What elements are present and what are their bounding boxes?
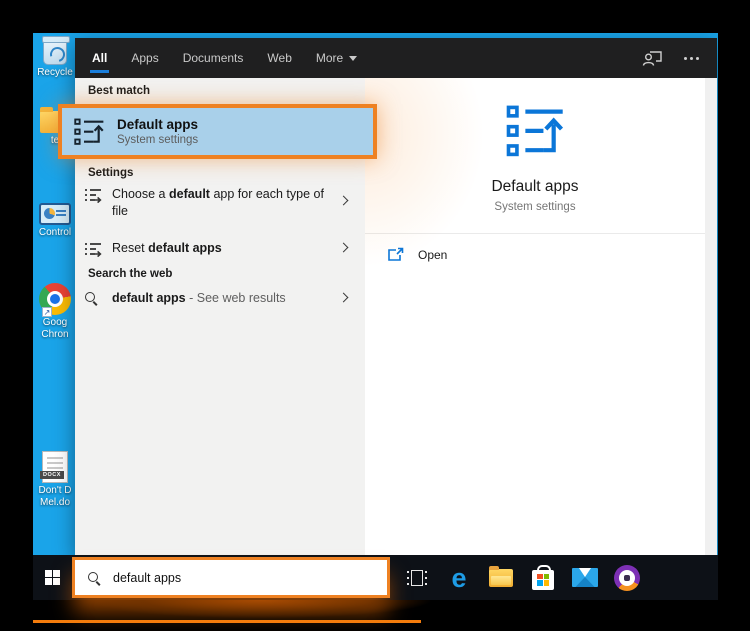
setting-result-text: Reset default apps bbox=[112, 241, 222, 255]
open-label: Open bbox=[418, 247, 448, 262]
web-search-result[interactable]: default apps - See web results bbox=[75, 290, 365, 307]
mail-icon bbox=[572, 568, 598, 587]
search-results-pane: Best match Default apps System settings … bbox=[58, 78, 377, 555]
desktop-icon-google-chrome[interactable]: ↗ Goog Chron bbox=[33, 283, 77, 341]
default-apps-icon-large bbox=[506, 105, 564, 157]
desktop-icon-label: Recycle bbox=[37, 67, 73, 78]
docx-badge: DOCX bbox=[40, 471, 64, 479]
best-match-result[interactable]: Default apps System settings bbox=[58, 104, 377, 159]
tab-web[interactable]: Web bbox=[267, 38, 291, 78]
desktop-icon-label: Don't D Mel.do bbox=[38, 485, 72, 508]
microsoft-store-icon bbox=[532, 564, 554, 590]
document-icon: DOCX bbox=[40, 451, 68, 483]
tab-all[interactable]: All bbox=[89, 38, 110, 78]
avast-browser-icon bbox=[614, 564, 640, 591]
section-search-the-web: Search the web bbox=[88, 268, 173, 280]
search-flyout-header: All Apps Documents Web More bbox=[75, 38, 717, 78]
desktop-icon-docx-document[interactable]: DOCX Don't D Mel.do bbox=[33, 451, 77, 509]
control-panel-icon bbox=[39, 203, 71, 225]
desktop-icon-label: Goog Chron bbox=[41, 317, 69, 340]
file-explorer-taskbar-button[interactable] bbox=[488, 565, 514, 591]
setting-result-choose-default-app[interactable]: Choose a default app for each type of fi… bbox=[75, 186, 365, 220]
search-icon bbox=[87, 571, 101, 585]
mail-taskbar-button[interactable] bbox=[572, 565, 598, 591]
desktop: Recycle te Control ↗ Goog Chron DOCX Don… bbox=[33, 33, 718, 600]
taskbar-search-box[interactable]: default apps bbox=[72, 557, 390, 598]
setting-result-reset-default-apps[interactable]: Reset default apps bbox=[75, 240, 365, 257]
taskbar-search-value: default apps bbox=[113, 570, 182, 585]
section-best-match: Best match bbox=[88, 85, 150, 97]
desktop-icon-label: Control bbox=[38, 227, 72, 238]
desktop-icon-recycle-bin[interactable]: Recycle bbox=[33, 36, 77, 79]
microsoft-store-taskbar-button[interactable] bbox=[530, 564, 556, 591]
more-options-icon[interactable] bbox=[684, 56, 699, 60]
chevron-right-icon bbox=[338, 195, 349, 206]
open-action[interactable]: Open bbox=[365, 234, 705, 275]
tab-more[interactable]: More bbox=[316, 38, 358, 78]
avast-browser-taskbar-button[interactable] bbox=[614, 564, 640, 591]
edge-taskbar-button[interactable]: e bbox=[446, 562, 472, 593]
start-button[interactable] bbox=[33, 555, 72, 600]
preview-pane: Default apps System settings Open bbox=[365, 78, 705, 555]
edge-icon: e bbox=[451, 562, 467, 593]
chrome-icon: ↗ bbox=[39, 283, 71, 317]
setting-result-text: Choose a default app for each type of fi… bbox=[112, 187, 324, 218]
chevron-down-icon bbox=[349, 55, 358, 61]
task-view-icon bbox=[407, 569, 427, 586]
preview-title: Default apps bbox=[491, 178, 579, 195]
default-apps-icon bbox=[74, 118, 104, 145]
open-icon bbox=[388, 247, 404, 261]
chevron-right-icon bbox=[338, 242, 349, 253]
search-flyout: All Apps Documents Web More Best match D… bbox=[58, 38, 717, 555]
settings-list-icon bbox=[85, 243, 102, 257]
shortcut-arrow-icon: ↗ bbox=[42, 307, 52, 317]
best-match-subtitle: System settings bbox=[117, 134, 199, 146]
section-settings: Settings bbox=[88, 167, 134, 179]
windows-logo-icon bbox=[44, 569, 61, 586]
taskbar: default apps e bbox=[33, 555, 718, 600]
task-view-button[interactable] bbox=[404, 565, 430, 591]
search-icon bbox=[84, 291, 102, 305]
tab-documents[interactable]: Documents bbox=[183, 38, 244, 78]
desktop-icon-control-panel[interactable]: Control bbox=[33, 203, 77, 239]
orange-glow-decoration bbox=[88, 600, 433, 622]
screenshot-frame: Recycle te Control ↗ Goog Chron DOCX Don… bbox=[0, 0, 750, 631]
tab-apps[interactable]: Apps bbox=[131, 38, 158, 78]
chevron-right-icon bbox=[338, 292, 349, 303]
scrollbar-track[interactable] bbox=[705, 78, 717, 555]
recycle-bin-icon bbox=[42, 36, 70, 65]
web-result-text: default apps - See web results bbox=[112, 291, 286, 305]
orange-line-decoration bbox=[33, 620, 421, 623]
settings-list-icon bbox=[85, 189, 102, 203]
best-match-title: Default apps bbox=[117, 117, 199, 132]
preview-subtitle: System settings bbox=[494, 201, 576, 213]
file-explorer-icon bbox=[489, 565, 513, 587]
account-icon[interactable] bbox=[642, 49, 664, 67]
